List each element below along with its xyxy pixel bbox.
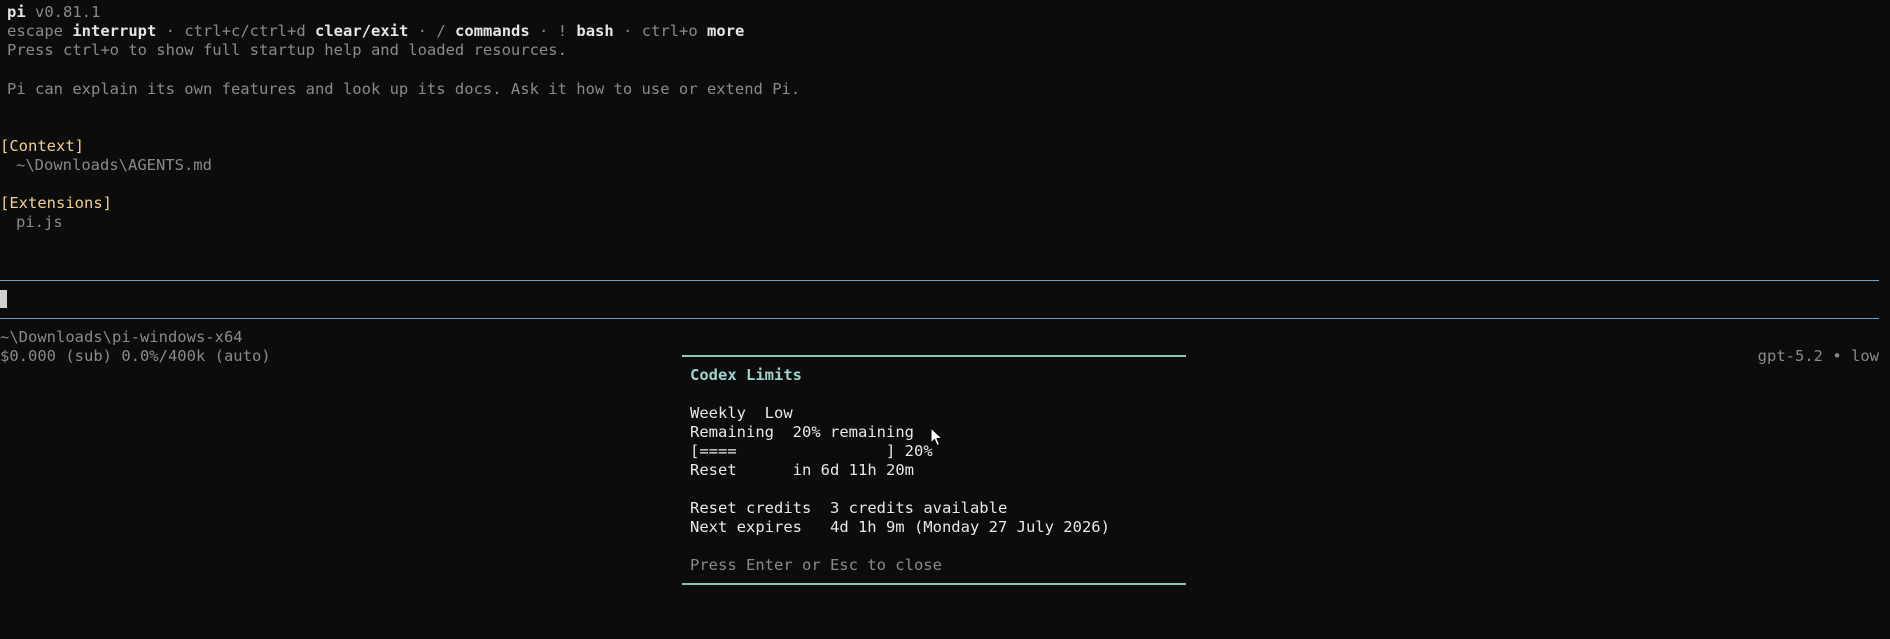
weekly-value: Low	[764, 404, 793, 422]
remaining-row: Remaining 20% remaining	[690, 423, 914, 442]
dialog-close-hint: Press Enter or Esc to close	[690, 556, 942, 574]
remaining-value: 20% remaining	[792, 423, 914, 441]
version-line: pi v0.81.1	[7, 3, 100, 22]
shortcut-action: clear/exit	[315, 22, 409, 40]
shortcut-key: ctrl+c/ctrl+d	[184, 22, 306, 40]
reset-label: Reset	[690, 461, 737, 479]
credits-label: Reset credits	[690, 499, 812, 517]
dialog-title: Codex Limits	[690, 366, 802, 384]
shortcut-key: ctrl+o	[641, 22, 698, 40]
prompt-input[interactable]	[0, 283, 1879, 317]
expires-label: Next expires	[690, 518, 802, 536]
cwd-path: ~\Downloads\pi-windows-x64	[0, 328, 243, 346]
tip-text: Pi can explain its own features and look…	[7, 80, 801, 98]
shortcut-action: bash	[576, 22, 614, 40]
shortcut-action: commands	[455, 22, 530, 40]
context-item: ~\Downloads\AGENTS.md	[16, 156, 212, 174]
app-name: pi	[7, 3, 26, 21]
credits-value: 3 credits available	[830, 499, 1008, 517]
extension-item: pi.js	[16, 213, 63, 231]
codex-limits-dialog[interactable]: Codex Limits Weekly Low Remaining 20% re…	[682, 355, 1186, 585]
remaining-label: Remaining	[690, 423, 774, 441]
expires-row: Next expires 4d 1h 9m (Monday 27 July 20…	[690, 518, 1110, 537]
text-cursor	[0, 290, 7, 308]
app-version: v0.81.1	[35, 3, 101, 21]
reset-value: in 6d 11h 20m	[792, 461, 914, 479]
usage-status: $0.000 (sub) 0.0%/400k (auto)	[0, 347, 271, 365]
progress-row: [==== ] 20%	[690, 442, 933, 461]
model-status: gpt-5.2 • low	[1757, 347, 1879, 365]
mouse-pointer-icon	[930, 427, 944, 447]
reset-row: Reset in 6d 11h 20m	[690, 461, 914, 480]
expires-value: 4d 1h 9m (Monday 27 July 2026)	[829, 518, 1110, 536]
extensions-heading: [Extensions]	[0, 194, 112, 212]
shortcut-key: escape	[7, 22, 63, 40]
shortcut-action: more	[707, 22, 745, 40]
weekly-label: Weekly	[690, 404, 746, 422]
startup-hint: Press ctrl+o to show full startup help a…	[7, 41, 567, 59]
prompt-top-border	[0, 280, 1879, 281]
shortcut-key: /	[436, 22, 446, 40]
progress-percent: 20%	[904, 442, 933, 460]
weekly-row: Weekly Low	[690, 404, 793, 423]
progress-bar: [==== ]	[690, 442, 896, 460]
shortcut-key: !	[557, 22, 568, 40]
dialog-bottom-border	[682, 583, 1186, 585]
context-heading: [Context]	[0, 137, 84, 155]
dialog-top-border	[682, 355, 1186, 357]
shortcut-hints: escape interrupt · ctrl+c/ctrl+d clear/e…	[7, 22, 745, 40]
credits-row: Reset credits 3 credits available	[690, 499, 1007, 518]
prompt-bottom-border	[0, 318, 1879, 319]
shortcut-action: interrupt	[72, 22, 157, 40]
